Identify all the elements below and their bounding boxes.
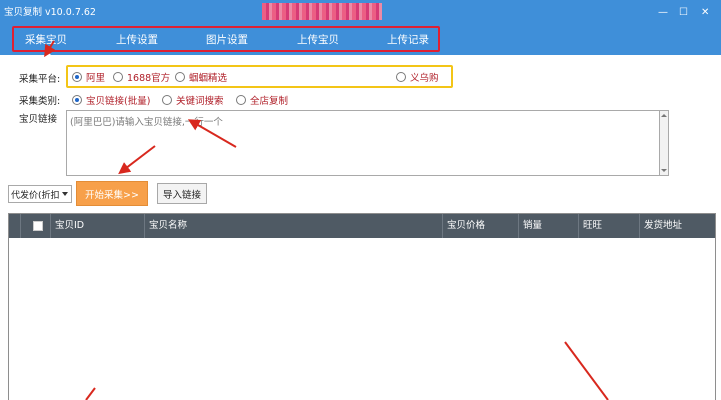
category-radio-shop[interactable]: 全店复制	[236, 93, 288, 107]
radio-icon	[175, 72, 185, 82]
platform-label: 采集平台:	[19, 74, 61, 85]
radio-label: 1688官方	[127, 73, 171, 84]
radio-label: 关键词搜索	[176, 96, 224, 107]
redacted-mark	[262, 3, 382, 20]
links-label: 宝贝链接	[19, 114, 58, 125]
select-all-checkbox[interactable]	[33, 221, 43, 231]
tab-image-settings[interactable]: 图片设置	[206, 32, 248, 47]
column-header[interactable]: 宝贝名称	[145, 214, 443, 238]
platform-radio-guoguo[interactable]: 蝈蝈精选	[175, 70, 227, 84]
column-header[interactable]: 发货地址	[640, 214, 717, 238]
start-collect-button[interactable]: 开始采集>>	[76, 181, 148, 206]
import-links-button[interactable]: 导入链接	[157, 183, 207, 204]
price-type-value: 代发价(折扣	[11, 190, 60, 201]
minimize-button[interactable]: —	[658, 8, 668, 18]
scroll-up-icon[interactable]	[661, 114, 667, 117]
radio-selected-icon	[72, 95, 82, 105]
nav-bar: 采集宝贝 上传设置 图片设置 上传宝贝 上传记录	[0, 25, 721, 56]
category-label: 采集类别:	[19, 96, 61, 107]
radio-icon	[113, 72, 123, 82]
column-header[interactable]: 销量	[519, 214, 579, 238]
price-type-select[interactable]: 代发价(折扣	[8, 185, 72, 203]
tab-upload-records[interactable]: 上传记录	[387, 32, 429, 47]
platform-radio-1688[interactable]: 1688官方	[113, 70, 170, 84]
radio-icon	[162, 95, 172, 105]
tab-collect-items[interactable]: 采集宝贝	[25, 32, 67, 47]
radio-label: 义乌购	[410, 73, 439, 84]
radio-label: 宝贝链接(批量)	[86, 96, 151, 107]
title-bar: 宝贝复制 v10.0.7.62 — ☐ ✕	[0, 0, 721, 25]
radio-icon	[396, 72, 406, 82]
column-header[interactable]: 旺旺	[579, 214, 640, 238]
scroll-down-icon[interactable]	[661, 169, 667, 172]
category-radio-keyword[interactable]: 关键词搜索	[162, 93, 224, 107]
category-radio-links[interactable]: 宝贝链接(批量)	[72, 93, 150, 107]
tab-upload-settings[interactable]: 上传设置	[116, 32, 158, 47]
radio-icon	[236, 95, 246, 105]
platform-radio-ali[interactable]: 阿里	[72, 70, 105, 84]
links-input[interactable]: (阿里巴巴)请输入宝贝链接,一行一个	[66, 110, 660, 176]
row-indicator-column	[9, 214, 21, 238]
chevron-down-icon	[62, 192, 68, 196]
table-header: 宝贝ID 宝贝名称 宝贝价格 销量 旺旺 发货地址	[9, 214, 715, 238]
radio-selected-icon	[72, 72, 82, 82]
column-header[interactable]: 宝贝ID	[51, 214, 145, 238]
column-header[interactable]: 宝贝价格	[443, 214, 519, 238]
tab-upload-items[interactable]: 上传宝贝	[297, 32, 339, 47]
platform-radio-yiwugou[interactable]: 义乌购	[396, 70, 439, 84]
active-tab-indicator	[44, 52, 52, 56]
maximize-button[interactable]: ☐	[679, 8, 688, 18]
results-table: 宝贝ID 宝贝名称 宝贝价格 销量 旺旺 发货地址	[8, 213, 716, 400]
links-scrollbar[interactable]	[660, 110, 669, 176]
close-button[interactable]: ✕	[701, 8, 709, 18]
window-title: 宝贝复制 v10.0.7.62	[4, 7, 96, 18]
radio-label: 蝈蝈精选	[189, 73, 228, 84]
radio-label: 阿里	[86, 73, 106, 84]
radio-label: 全店复制	[250, 96, 289, 107]
